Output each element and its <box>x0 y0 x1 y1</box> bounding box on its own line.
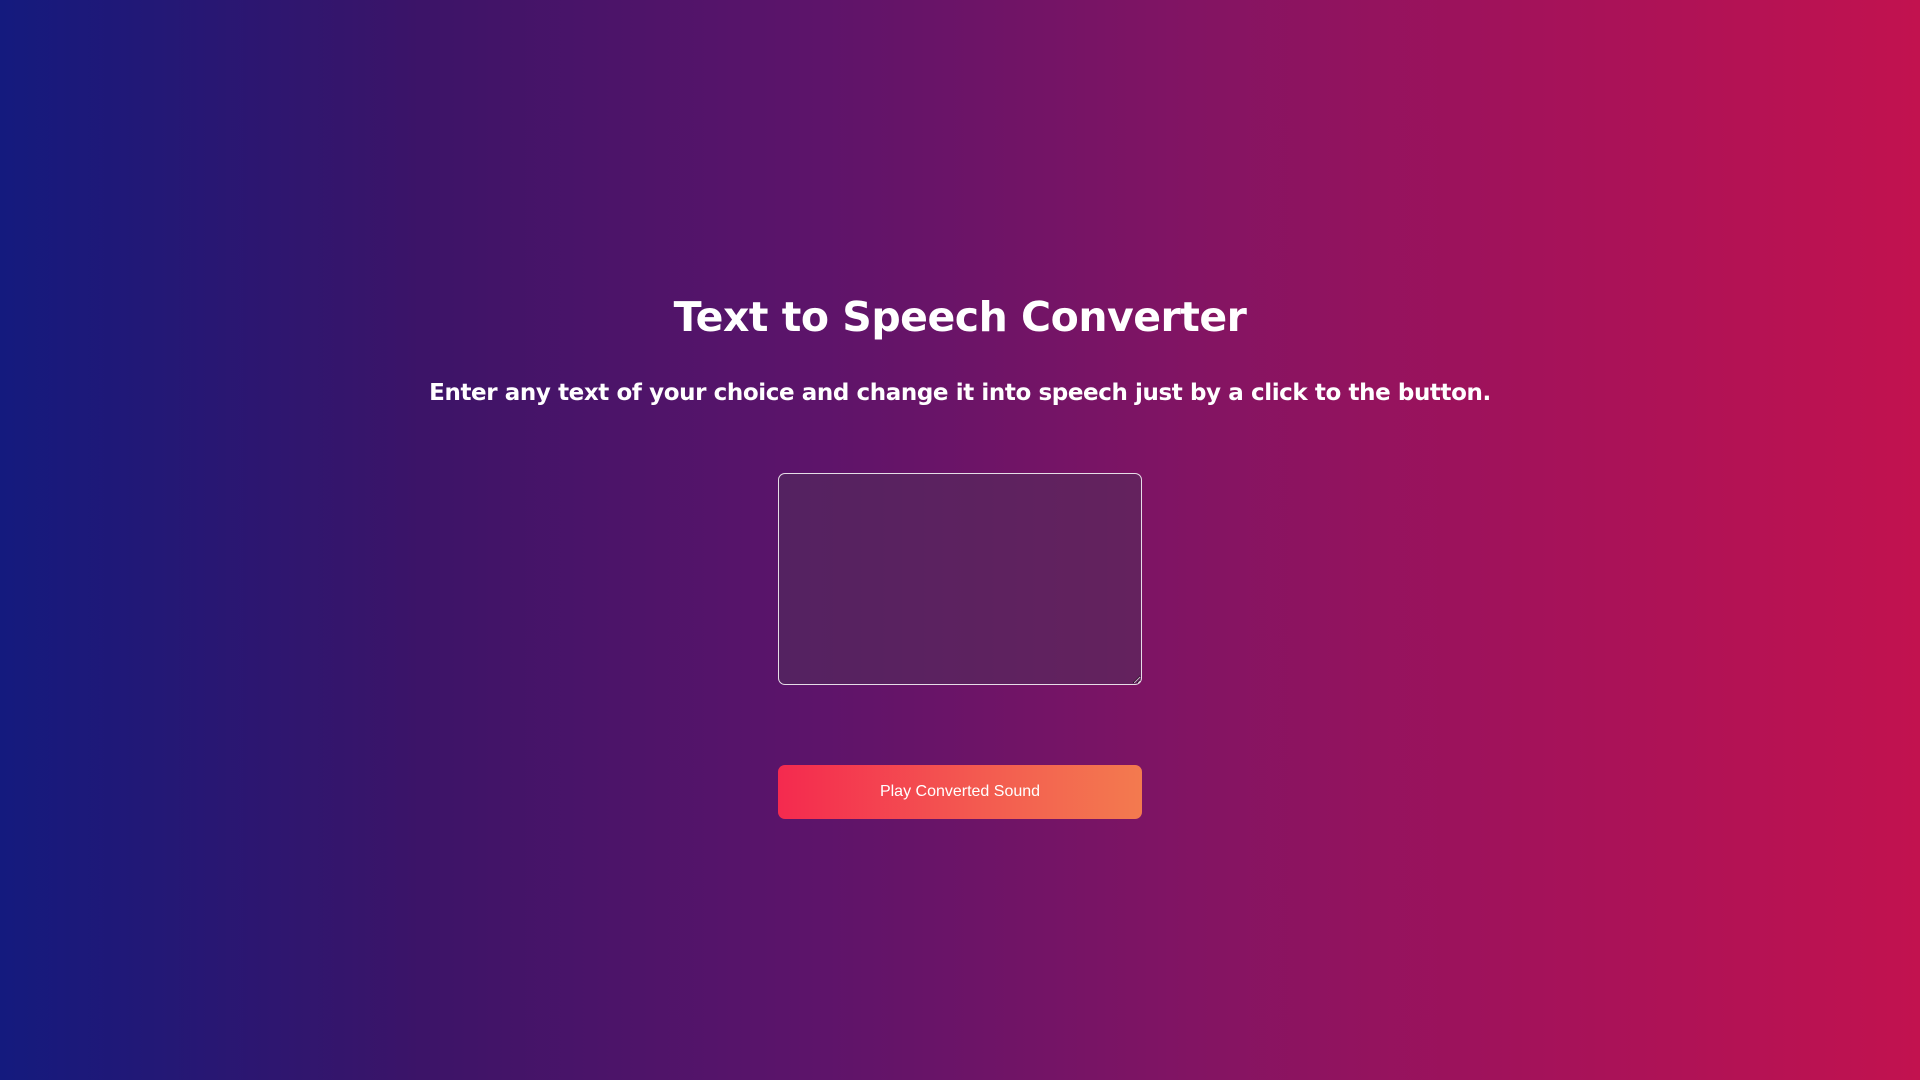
speech-text-input[interactable] <box>778 473 1142 685</box>
play-converted-sound-button[interactable]: Play Converted Sound <box>778 765 1142 819</box>
main-container: Text to Speech Converter Enter any text … <box>0 0 1920 1080</box>
page-title: Text to Speech Converter <box>673 293 1247 341</box>
page-subtitle: Enter any text of your choice and change… <box>429 380 1491 406</box>
